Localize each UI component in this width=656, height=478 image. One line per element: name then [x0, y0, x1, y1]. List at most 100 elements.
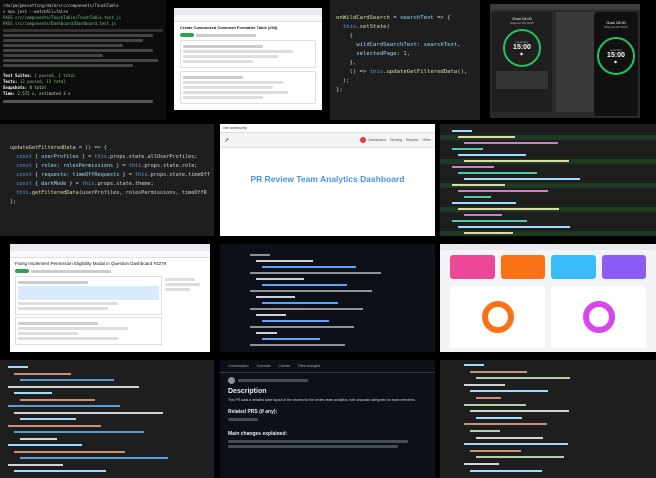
- code-line: [250, 326, 354, 328]
- code-line: const { roles: rolesPermissions } = this…: [16, 163, 198, 169]
- code-line: [20, 418, 76, 420]
- code-line: [250, 272, 381, 274]
- code-line: [250, 254, 270, 256]
- code-line: this.getFilteredData(userProfiles, roles…: [16, 190, 207, 196]
- stat-card: [601, 255, 646, 279]
- code-line: [452, 202, 516, 204]
- github-pr-page: Fixing Implement Permission Eligibility …: [10, 244, 210, 352]
- code-line: [476, 456, 564, 459]
- timer-elapsed: Elapsed 00:00:00: [604, 25, 628, 29]
- tab-files[interactable]: Files changed: [298, 364, 320, 368]
- code-line: this.setState(: [342, 24, 390, 30]
- description-heading: Description: [228, 388, 267, 395]
- code-line: selectedPage: 1,: [356, 51, 411, 57]
- code-line: [452, 166, 494, 168]
- description-body: This PR adds a detailed table layout of …: [228, 398, 416, 402]
- code-line: [458, 226, 570, 228]
- nav-item[interactable]: Dashboard: [369, 138, 386, 142]
- code-line: [464, 403, 526, 406]
- code-line: [464, 232, 513, 234]
- nav-item[interactable]: Other: [422, 138, 431, 142]
- code-line: [250, 344, 345, 346]
- code-line: [250, 290, 372, 292]
- code-line: [8, 405, 120, 407]
- code-line: [262, 320, 329, 322]
- brand-logo: one community: [223, 126, 247, 130]
- code-line: [464, 214, 502, 216]
- code-line: );: [336, 78, 350, 84]
- code-line: [256, 296, 295, 298]
- ide-window: [0, 360, 214, 478]
- timer-window: Goal 15:00 Elapsed 00:00:00 Counting 15:…: [490, 4, 640, 118]
- code-line: [20, 437, 57, 440]
- code-line: [262, 284, 347, 286]
- code-line: [256, 278, 304, 280]
- code-line: [464, 443, 568, 446]
- code-line: [452, 130, 472, 132]
- nav-item[interactable]: Reports: [406, 138, 418, 142]
- code-line: [20, 379, 114, 381]
- nav-item[interactable]: Timelog: [390, 138, 402, 142]
- timer-ring: Counting 15:00 ▶: [597, 37, 635, 75]
- stat-card: [500, 255, 545, 279]
- code-line: [262, 302, 338, 304]
- code-line: () => this.updateGetFilteredData(),: [336, 69, 468, 75]
- tab-commits[interactable]: Commits: [257, 364, 271, 368]
- code-line: [14, 431, 144, 433]
- code-line: onWildCardSearch = searchText => {: [336, 15, 451, 21]
- donut-ring: [481, 301, 514, 333]
- code-line: updateGetFilteredData = () => {: [10, 145, 107, 151]
- chart-card: [450, 286, 545, 348]
- code-line: [452, 148, 483, 150]
- code-line: [464, 364, 484, 366]
- code-line: [14, 450, 125, 453]
- terminal-window: rdx/pm/pmssetting/dash/src/components/To…: [0, 0, 166, 120]
- code-line: [20, 398, 95, 401]
- tab-conversation[interactable]: Conversation: [228, 364, 249, 368]
- code-line: [14, 470, 106, 472]
- code-line: [14, 392, 52, 394]
- notification-badge[interactable]: [359, 137, 366, 143]
- donut-ring: [582, 301, 615, 333]
- code-line: [8, 385, 139, 388]
- code-line: [464, 142, 558, 144]
- code-line: [8, 444, 82, 446]
- github-page-light: Create Customized Comment Formatter Tabl…: [174, 8, 322, 110]
- code-line: [20, 457, 168, 459]
- main-changes-heading: Main changes explained:: [228, 431, 288, 437]
- play-icon[interactable]: ▶: [520, 51, 523, 56]
- code-line: [470, 370, 527, 373]
- code-line: [256, 260, 313, 262]
- tab-checks[interactable]: Checks: [278, 364, 290, 368]
- code-line: [470, 390, 548, 393]
- play-icon[interactable]: ▶: [614, 59, 617, 64]
- code-line: [476, 436, 543, 439]
- code-line: [8, 424, 101, 427]
- code-line: [458, 154, 526, 156]
- code-line: {: [336, 33, 353, 39]
- code-line: },: [336, 60, 357, 66]
- code-line: const { requests: timeOffRequests } = th…: [16, 172, 210, 178]
- code-snippet-filter: updateGetFilteredData = () => { const { …: [0, 124, 214, 236]
- code-line: const { userProfiles } = this.props.stat…: [16, 154, 198, 160]
- code-line: [262, 338, 320, 340]
- code-line: [250, 308, 363, 310]
- code-line: [470, 410, 569, 413]
- code-line: [464, 383, 505, 386]
- code-line: [14, 372, 71, 375]
- expand-icon[interactable]: ↗: [224, 137, 229, 144]
- code-line: [452, 184, 505, 186]
- code-line: [8, 463, 63, 466]
- avatar: [228, 377, 235, 384]
- code-line: [8, 366, 28, 368]
- timer-ring: Counting 15:00 ▶: [503, 29, 541, 67]
- code-line: [458, 208, 559, 210]
- code-line: };: [336, 87, 343, 93]
- code-line: [256, 314, 286, 316]
- code-line: [464, 463, 499, 465]
- page-title: PR Review Team Analytics Dashboard: [250, 174, 405, 184]
- code-line: [458, 190, 548, 192]
- top-nav: one community: [220, 124, 435, 133]
- code-line: };: [10, 199, 17, 205]
- timer-elapsed: Elapsed 00:00:00: [510, 21, 534, 25]
